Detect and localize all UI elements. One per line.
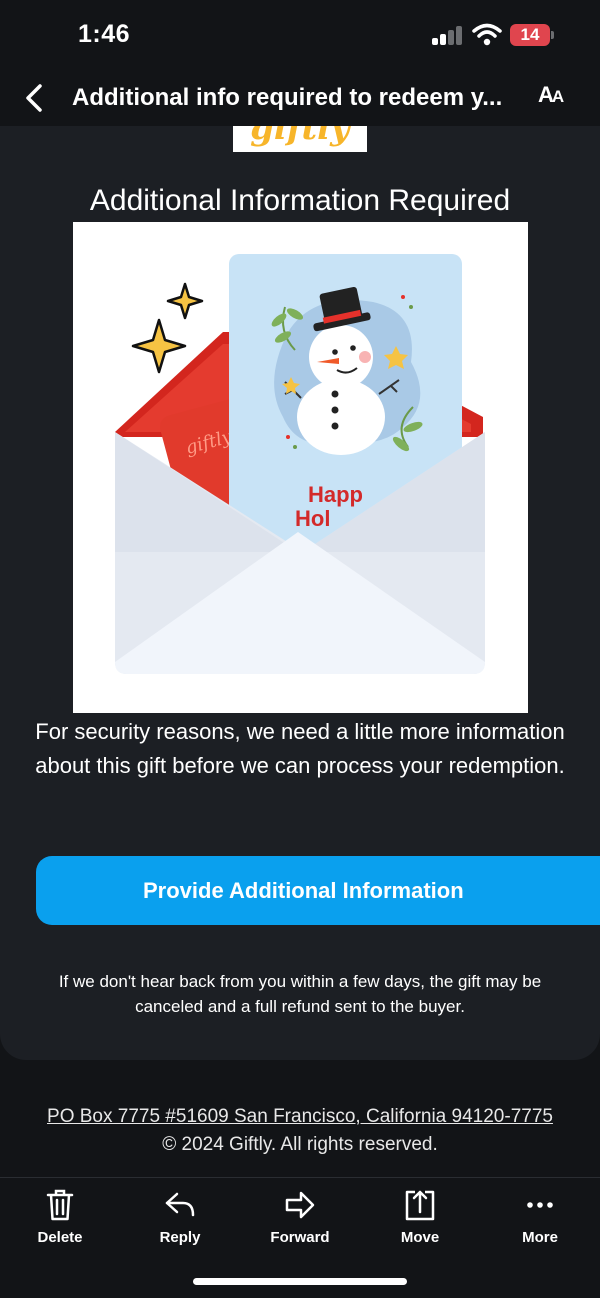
more-label: More [522,1229,558,1246]
move-label: Move [400,1229,440,1246]
text-size-label-big: A [538,82,554,107]
battery-level: 14 [510,24,550,46]
battery-icon: 14 [510,24,554,46]
message-subject: Additional info required to redeem y... [72,84,503,111]
cancellation-notice: If we don't hear back from you within a … [58,972,542,1016]
text-size-label-small: A [551,87,564,106]
forward-icon [285,1191,315,1219]
trash-icon [46,1189,74,1221]
footer-copyright: © 2024 Giftly. All rights reserved. [162,1134,438,1155]
giftly-logo: giftly [233,126,367,152]
text-size-icon[interactable]: AA [538,82,564,108]
card-greeting-line2: Hol [295,506,330,531]
hero-image: giftly Happ Hol [73,222,528,713]
forward-button[interactable]: Forward [245,1188,355,1258]
email-body: giftly Additional Information Required g… [0,126,600,1060]
wifi-icon [472,23,502,46]
delete-label: Delete [37,1229,83,1246]
provide-information-button[interactable]: Provide Additional Information [36,856,600,925]
sparkle-icon [166,282,204,320]
footer-address[interactable]: PO Box 7775 #51609 San Francisco, Califo… [0,1106,600,1128]
delete-button[interactable]: Delete [5,1188,115,1258]
status-time: 1:46 [78,20,131,48]
email-headline: Additional Information Required [89,184,511,217]
signal-icon [432,25,464,45]
message-header: Additional info required to redeem y... … [0,70,600,126]
more-button[interactable]: More [485,1188,595,1258]
move-icon [405,1190,435,1221]
status-bar: 1:46 14 [0,0,600,70]
reply-icon [165,1192,195,1217]
sparkle-icon [131,318,187,374]
chevron-left-icon[interactable] [20,78,50,118]
forward-label: Forward [270,1229,330,1246]
more-icon [527,1202,553,1208]
reply-label: Reply [159,1229,201,1246]
home-indicator[interactable] [193,1278,407,1285]
reply-button[interactable]: Reply [125,1188,235,1258]
card-greeting-line1: Happ [308,482,363,507]
email-body-text: For security reasons, we need a little m… [35,719,565,778]
logo-text: giftly [250,126,350,148]
envelope-illustration: giftly Happ Hol [115,254,485,674]
move-button[interactable]: Move [365,1188,475,1258]
